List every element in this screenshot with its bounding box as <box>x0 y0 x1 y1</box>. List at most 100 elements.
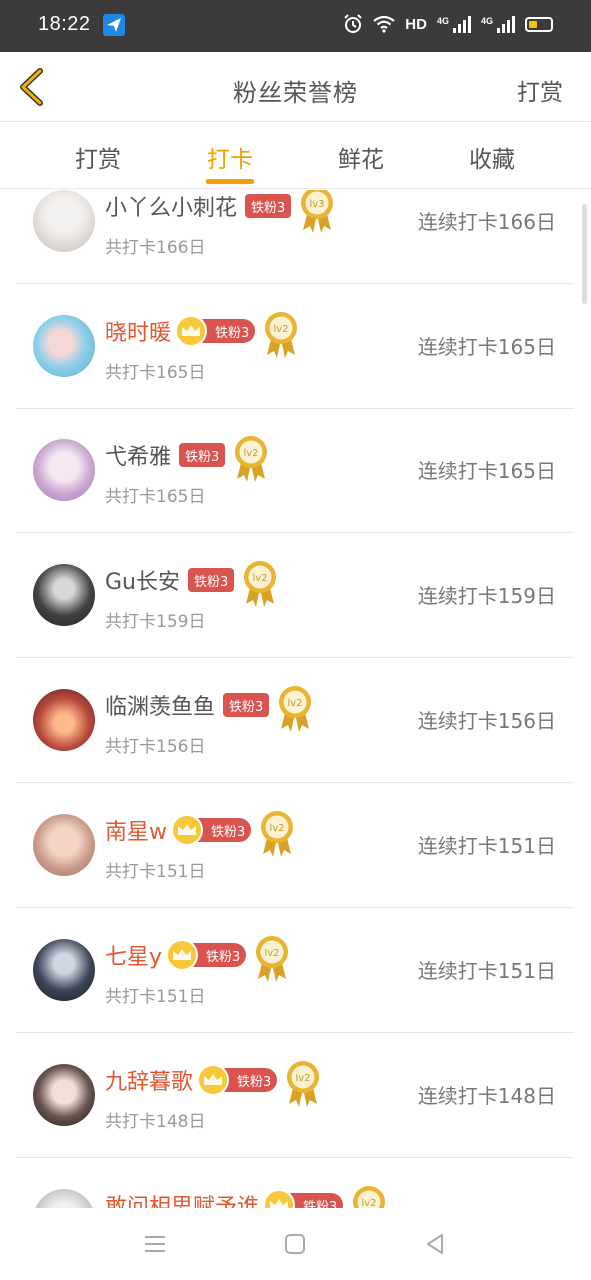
streak-checkins: 连续打卡165日 <box>417 335 556 359</box>
crown-icon <box>173 949 192 960</box>
fan-badge-label: 铁粉3 <box>251 200 286 216</box>
avatar[interactable] <box>33 1064 95 1126</box>
avatar[interactable] <box>33 564 95 626</box>
crown-icon <box>178 824 196 835</box>
ranking-row[interactable]: 南星w 铁粉3 lv2 共打卡151日 连续打卡151日 <box>16 783 574 908</box>
streak-checkins: 连续打卡156日 <box>417 709 556 733</box>
home-icon[interactable] <box>281 1230 309 1258</box>
status-icons: HD 4G 4G <box>343 14 553 34</box>
user-name[interactable]: 弋希雅 <box>105 439 171 471</box>
ranking-row[interactable]: 敢问相思赋予谁铁粉3 lv2 <box>16 1158 574 1208</box>
ranking-row[interactable]: 小丫么小刺花 铁粉3 lv3 共打卡166日 连续打卡166日 <box>16 190 574 284</box>
svg-text:lv2: lv2 <box>265 948 280 959</box>
status-bar: 18:22 HD 4G 4G <box>0 0 591 52</box>
name-line: 临渊羡鱼鱼 铁粉3 lv2 <box>105 686 313 732</box>
streak-checkins: 连续打卡151日 <box>417 959 556 983</box>
tab-reward[interactable]: 打赏 <box>53 140 143 174</box>
alarm-icon <box>344 14 363 33</box>
fan-badge-label: 铁粉3 <box>303 1199 338 1209</box>
avatar[interactable] <box>33 439 95 501</box>
user-name[interactable]: 九辞暮歌 <box>105 1064 193 1096</box>
fan-badge: 铁粉3 <box>245 194 292 218</box>
avatar[interactable] <box>33 689 95 751</box>
total-checkins: 共打卡165日 <box>105 487 206 507</box>
total-checkins: 共打卡151日 <box>105 862 206 882</box>
level-medal-icon: lv2 <box>244 561 277 607</box>
signal-icon: 4G <box>436 15 471 33</box>
ranking-row[interactable]: 临渊羡鱼鱼 铁粉3 lv2 共打卡156日 连续打卡156日 <box>16 658 574 783</box>
crown-icon <box>204 1074 223 1085</box>
vip-crown-badge <box>263 1189 296 1208</box>
svg-text:lv2: lv2 <box>270 823 285 834</box>
user-name[interactable]: 临渊羡鱼鱼 <box>105 689 215 721</box>
svg-text:lv2: lv2 <box>244 448 259 459</box>
svg-text:lv2: lv2 <box>362 1198 377 1208</box>
avatar[interactable] <box>33 1189 95 1208</box>
fan-badge: 铁粉3 <box>171 814 252 846</box>
name-line: 七星y 铁粉3 lv2 <box>105 936 290 982</box>
level-medal-icon: lv2 <box>353 1186 386 1208</box>
svg-text:lv2: lv2 <box>253 573 268 584</box>
signal-icon: 4G <box>481 15 515 33</box>
streak-checkins: 连续打卡166日 <box>417 210 556 234</box>
total-checkins: 共打卡156日 <box>105 737 206 757</box>
total-checkins: 共打卡166日 <box>105 238 206 258</box>
svg-text:lv3: lv3 <box>310 199 325 210</box>
fan-badge: 铁粉3 <box>263 1189 344 1209</box>
user-name[interactable]: 晓时暖 <box>105 315 171 347</box>
fan-badge: 铁粉3 <box>197 1064 278 1096</box>
back-icon[interactable] <box>421 1230 449 1258</box>
level-medal-icon: lv2 <box>279 686 312 732</box>
level-medal-icon: lv2 <box>265 312 298 358</box>
menu-icon[interactable] <box>141 1230 169 1258</box>
name-line: 九辞暮歌 铁粉3 lv2 <box>105 1061 321 1107</box>
vip-crown-badge <box>166 939 199 971</box>
user-name[interactable]: 七星y <box>105 939 162 971</box>
streak-checkins: 连续打卡159日 <box>417 584 556 608</box>
network-type-label: 4G <box>436 15 449 26</box>
level-medal-icon: lv2 <box>235 436 268 482</box>
status-time: 18:22 <box>38 13 91 35</box>
streak-checkins: 连续打卡165日 <box>417 459 556 483</box>
streak-checkins: 连续打卡151日 <box>417 834 556 858</box>
fan-badge: 铁粉3 <box>188 568 235 592</box>
ranking-row[interactable]: 七星y 铁粉3 lv2 共打卡151日 连续打卡151日 <box>16 908 574 1033</box>
user-name[interactable]: 小丫么小刺花 <box>105 190 237 222</box>
user-name[interactable]: Gu长安 <box>105 564 180 596</box>
fan-badge: 铁粉3 <box>223 693 270 717</box>
avatar[interactable] <box>33 190 95 252</box>
user-name[interactable]: 南星w <box>105 814 167 846</box>
paper-plane-icon <box>103 14 125 36</box>
avatar[interactable] <box>33 315 95 377</box>
reward-button[interactable]: 打赏 <box>517 73 563 107</box>
page-title: 粉丝荣誉榜 <box>233 79 358 107</box>
tab-favorites[interactable]: 收藏 <box>447 140 537 174</box>
name-line: 南星w 铁粉3 lv2 <box>105 811 295 857</box>
fan-badge-label: 铁粉3 <box>194 574 229 590</box>
fan-badge-label: 铁粉3 <box>211 824 246 840</box>
ranking-row[interactable]: 晓时暖 铁粉3 lv2 共打卡165日 连续打卡165日 <box>16 284 574 409</box>
ranking-row[interactable]: 九辞暮歌 铁粉3 lv2 共打卡148日 连续打卡148日 <box>16 1033 574 1158</box>
hd-indicator: HD <box>405 15 427 33</box>
total-checkins: 共打卡151日 <box>105 987 206 1007</box>
level-medal-icon: lv2 <box>256 936 289 982</box>
scrollbar[interactable] <box>582 204 587 304</box>
fan-badge-label: 铁粉3 <box>206 949 241 965</box>
avatar[interactable] <box>33 939 95 1001</box>
battery-icon <box>525 16 553 32</box>
ranking-row[interactable]: Gu长安 铁粉3 lv2 共打卡159日 连续打卡159日 <box>16 533 574 658</box>
name-line: Gu长安 铁粉3 lv2 <box>105 561 278 607</box>
tab-checkin[interactable]: 打卡 <box>185 140 275 174</box>
svg-text:lv2: lv2 <box>274 324 289 335</box>
wifi-icon <box>373 15 395 33</box>
crown-icon <box>270 1199 289 1208</box>
tab-flowers[interactable]: 鲜花 <box>316 140 406 174</box>
streak-checkins: 连续打卡148日 <box>417 1084 556 1108</box>
avatar[interactable] <box>33 814 95 876</box>
fan-badge: 铁粉3 <box>175 315 256 347</box>
user-name[interactable]: 敢问相思赋予谁 <box>105 1189 259 1208</box>
total-checkins: 共打卡148日 <box>105 1112 206 1132</box>
ranking-list: 小丫么小刺花 铁粉3 lv3 共打卡166日 连续打卡166日 晓时暖 铁粉3 lv2 共打卡1… <box>0 190 591 1208</box>
tab-active-indicator <box>206 179 254 184</box>
ranking-row[interactable]: 弋希雅 铁粉3 lv2 共打卡165日 连续打卡165日 <box>16 408 574 533</box>
